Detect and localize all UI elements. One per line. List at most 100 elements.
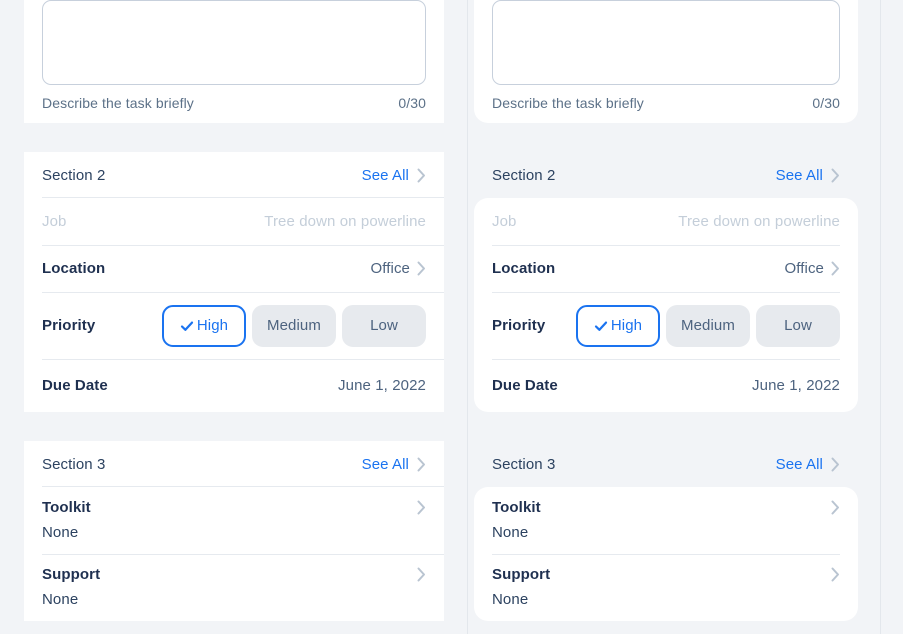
chevron-right-icon: [417, 261, 425, 276]
row-support-label: Support: [492, 566, 551, 583]
description-block-left: Describe the task briefly 0/30: [24, 0, 444, 123]
chevron-right-icon: [831, 567, 839, 582]
row-support[interactable]: Support None: [474, 554, 858, 621]
priority-option-low[interactable]: Low: [342, 304, 426, 347]
row-toolkit-top: Toolkit: [492, 499, 840, 516]
priority-option-medium-label: Medium: [681, 317, 735, 334]
row-support-value: None: [492, 591, 529, 608]
priority-option-high[interactable]: High: [576, 304, 660, 347]
section2-see-all-button[interactable]: See All: [776, 167, 840, 184]
section3-card-left: Toolkit None Support None: [24, 487, 444, 621]
chevron-right-icon: [417, 500, 425, 515]
row-due-date[interactable]: Due Date June 1, 2022: [474, 359, 858, 412]
row-job: Job Tree down on powerline: [474, 198, 858, 245]
row-location-value: Office: [784, 260, 824, 277]
section2-title: Section 2: [42, 166, 106, 184]
section3-header-left: Section 3 See All: [24, 441, 444, 487]
description-hint: Describe the task briefly: [492, 95, 644, 111]
row-toolkit-value: None: [492, 524, 529, 541]
row-due-date-value: June 1, 2022: [338, 377, 426, 394]
section2-see-all-label: See All: [361, 166, 409, 184]
row-priority: Priority High Medium Low: [474, 292, 858, 359]
row-toolkit[interactable]: Toolkit None: [24, 487, 444, 554]
row-job: Job Tree down on powerline: [24, 198, 444, 245]
priority-option-medium[interactable]: Medium: [666, 304, 750, 347]
section2-see-all-button[interactable]: See All: [362, 167, 426, 184]
row-job-label: Job: [42, 213, 67, 230]
priority-option-high[interactable]: High: [162, 304, 246, 347]
description-counter: 0/30: [812, 95, 840, 111]
row-due-date-value: June 1, 2022: [752, 377, 840, 394]
section3-title: Section 3: [42, 455, 106, 473]
priority-option-low[interactable]: Low: [756, 304, 840, 347]
chevron-right-icon: [831, 457, 839, 471]
row-support-top: Support: [492, 566, 840, 583]
description-block-right: Describe the task briefly 0/30: [474, 0, 858, 123]
priority-option-low-label: Low: [370, 317, 398, 334]
section3-see-all-button[interactable]: See All: [776, 456, 840, 473]
panel-flush-variant: Describe the task briefly 0/30 Section 2…: [0, 0, 468, 634]
row-due-date[interactable]: Due Date June 1, 2022: [24, 359, 444, 412]
row-priority-label: Priority: [492, 317, 546, 334]
row-support-top: Support: [42, 566, 426, 583]
section3-see-all-button[interactable]: See All: [362, 456, 426, 473]
row-priority-label: Priority: [42, 317, 96, 334]
row-location-right: Office: [784, 260, 840, 277]
row-job-label: Job: [492, 213, 517, 230]
comparison-stage: Describe the task briefly 0/30 Section 2…: [0, 0, 903, 634]
row-location[interactable]: Location Office: [474, 245, 858, 292]
panel-rounded-variant: Describe the task briefly 0/30 Section 2…: [468, 0, 903, 634]
section3-header-right: Section 3 See All: [474, 441, 858, 487]
chevron-right-icon: [417, 168, 425, 182]
chevron-right-icon: [417, 457, 425, 471]
check-icon: [594, 321, 607, 331]
chevron-right-icon: [417, 567, 425, 582]
row-priority: Priority High Medium Low: [24, 292, 444, 359]
chevron-right-icon: [831, 168, 839, 182]
priority-option-high-label: High: [196, 317, 229, 334]
description-footer-right: Describe the task briefly 0/30: [492, 95, 840, 111]
section3-card-right: Toolkit None Support None: [474, 487, 858, 621]
priority-segmented-control: High Medium Low: [162, 304, 426, 347]
priority-segmented-control: High Medium Low: [576, 304, 840, 347]
row-job-value: Tree down on powerline: [678, 213, 840, 230]
row-toolkit[interactable]: Toolkit None: [474, 487, 858, 554]
section3-title: Section 3: [492, 455, 556, 473]
row-toolkit-top: Toolkit: [42, 499, 426, 516]
row-location-right: Office: [370, 260, 426, 277]
row-due-date-label: Due Date: [42, 377, 108, 394]
priority-option-high-label: High: [610, 317, 643, 334]
priority-option-medium[interactable]: Medium: [252, 304, 336, 347]
section3-see-all-label: See All: [775, 455, 823, 473]
description-input-wrap-left: [42, 0, 426, 85]
chevron-right-icon: [831, 500, 839, 515]
description-hint: Describe the task briefly: [42, 95, 194, 111]
section3-see-all-label: See All: [361, 455, 409, 473]
section2-card-left: Job Tree down on powerline Location Offi…: [24, 198, 444, 412]
section2-header-right: Section 2 See All: [474, 152, 858, 198]
priority-option-medium-label: Medium: [267, 317, 321, 334]
row-support[interactable]: Support None: [24, 554, 444, 621]
row-toolkit-value: None: [42, 524, 79, 541]
priority-option-low-label: Low: [784, 317, 812, 334]
row-due-date-label: Due Date: [492, 377, 558, 394]
section2-card-right: Job Tree down on powerline Location Offi…: [474, 198, 858, 412]
row-location[interactable]: Location Office: [24, 245, 444, 292]
chevron-right-icon: [831, 261, 839, 276]
right-edge-separator: [880, 0, 881, 634]
description-card-right: Describe the task briefly 0/30: [474, 0, 858, 123]
description-input-wrap-right: [492, 0, 840, 85]
section2-header-left: Section 2 See All: [24, 152, 444, 198]
check-icon: [180, 321, 193, 331]
description-textarea[interactable]: [492, 0, 840, 85]
row-location-label: Location: [42, 260, 106, 277]
description-card-left: Describe the task briefly 0/30: [24, 0, 444, 123]
section2-see-all-label: See All: [775, 166, 823, 184]
description-textarea[interactable]: [42, 0, 426, 85]
row-toolkit-label: Toolkit: [42, 499, 91, 516]
row-location-label: Location: [492, 260, 556, 277]
